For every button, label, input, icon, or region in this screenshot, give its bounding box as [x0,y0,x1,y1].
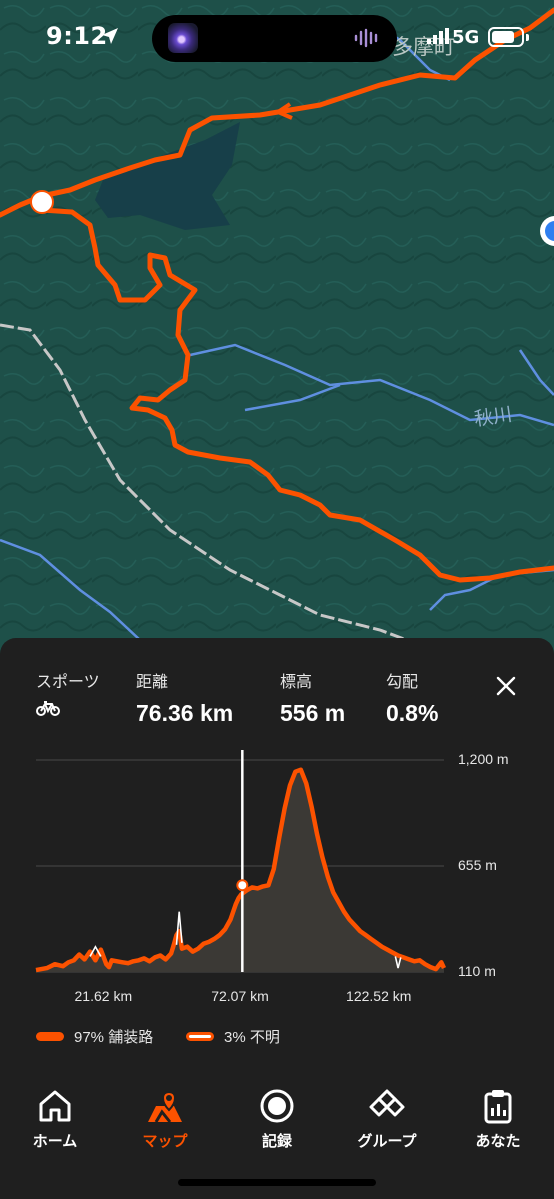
home-icon [39,1090,71,1122]
stat-elevation-value: 556 m [280,700,346,726]
y-tick-label: 655 m [458,857,497,873]
stat-distance-label: 距離 [136,674,169,691]
tab-record-label: 記録 [261,1133,292,1150]
route-start-marker [30,190,54,214]
home-indicator [178,1179,376,1186]
location-arrow-icon [102,28,118,44]
y-tick-label: 1,200 m [458,751,509,767]
tab-map-label: マップ [142,1133,188,1150]
tab-you-label: あなた [475,1133,521,1150]
battery-level-fill [492,31,514,43]
stat-elevation: 標高 556 m [280,668,345,727]
tab-groups-label: グループ [357,1133,417,1150]
network-type: 5G [452,27,480,48]
x-tick-label: 122.52 km [346,988,412,1004]
legend-unknown: 3% 不明 [186,1026,280,1047]
stat-grade: 勾配 0.8% [386,668,438,727]
dynamic-island[interactable] [152,15,397,62]
tab-map[interactable]: マップ [115,1080,215,1151]
status-bar: 9:12 5G [0,0,554,78]
close-icon [496,676,516,696]
elevation-area [36,769,444,972]
battery-tip [526,34,529,41]
signal-bars-icon [427,28,449,44]
tab-record[interactable]: 記録 [227,1080,327,1151]
profile-icon [484,1090,512,1124]
stat-elevation-label: 標高 [280,674,313,691]
legend-label-unknown: 3% 不明 [224,1029,280,1046]
stat-grade-label: 勾配 [386,674,419,691]
status-time: 9:12 [46,22,108,50]
stat-sport-label: スポーツ [36,674,100,691]
tab-home-label: ホーム [32,1133,78,1150]
map-icon [148,1090,182,1123]
legend-swatch-unknown [186,1032,214,1041]
y-tick-label: 110 m [458,963,496,979]
stat-grade-value: 0.8% [386,700,439,726]
battery-icon [488,27,524,47]
tab-you[interactable]: あなた [448,1080,548,1151]
legend-swatch-paved [36,1032,64,1041]
record-icon [260,1089,294,1123]
stat-distance-value: 76.36 km [136,700,234,726]
map-canvas [0,0,554,660]
stat-distance: 距離 76.36 km [136,668,233,727]
tab-groups[interactable]: グループ [337,1080,437,1151]
stat-sport: スポーツ [36,668,100,716]
bike-icon [36,701,60,716]
chart-cursor-dot [236,879,249,892]
x-tick-label: 21.62 km [74,988,133,1004]
map-river-label: 秋川 [472,403,514,431]
audio-waveform-icon [354,28,378,48]
now-playing-artwork [168,23,198,53]
tab-home[interactable]: ホーム [5,1080,105,1151]
legend-label-paved: 97% 舗装路 [74,1029,154,1046]
groups-icon [369,1089,405,1117]
legend-paved: 97% 舗装路 [36,1026,153,1047]
x-tick-label: 72.07 km [211,988,269,1004]
tab-bar: ホーム マップ 記録 グループ あなた [0,1080,554,1160]
close-button[interactable] [490,670,522,702]
route-map[interactable]: 多摩町 秋川 [0,0,554,660]
